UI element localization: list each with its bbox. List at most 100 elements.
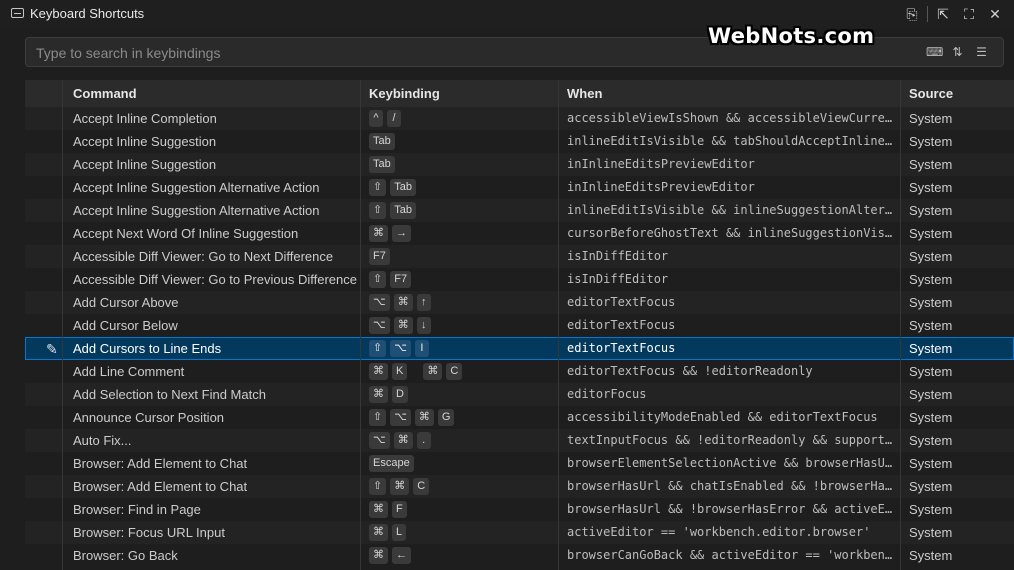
table-row[interactable]: Add Selection to Next Find Match ⌘ Deditor… bbox=[25, 383, 1014, 406]
key-cap: ⌥ bbox=[390, 409, 411, 426]
pop-out-icon[interactable]: ⇱ bbox=[932, 4, 954, 24]
source-cell: System bbox=[909, 502, 953, 517]
key-cap: ⇧ bbox=[369, 202, 387, 219]
command-cell: Add Cursor Above bbox=[73, 295, 179, 310]
keybinding-cell: ⇧ ⌥ ⌘ G bbox=[369, 408, 455, 427]
table-row[interactable]: Browser: Find in Page ⌘ FbrowserHasUrl && … bbox=[25, 498, 1014, 521]
key-cap: G bbox=[437, 409, 455, 426]
table-row[interactable]: Announce Cursor Position ⇧ ⌥ ⌘ Gaccessibilit… bbox=[25, 406, 1014, 429]
source-cell: System bbox=[909, 548, 953, 563]
table-row[interactable]: Add Cursor Above ⌥ ⌘ ↑ editorTextFocus System bbox=[25, 291, 1014, 314]
source-cell: System bbox=[909, 249, 953, 264]
watermark: WebNots.com bbox=[708, 24, 875, 48]
table-row[interactable]: Accept Inline Suggestion Alternative Act… bbox=[25, 199, 1014, 222]
table-row[interactable]: Accessible Diff Viewer: Go to Next Diffe… bbox=[25, 245, 1014, 268]
keyboard-icon bbox=[11, 8, 24, 18]
key-cap: ⌘ bbox=[369, 225, 388, 242]
open-json-icon[interactable]: ⎘ bbox=[901, 4, 923, 24]
when-cell: editorTextFocus bbox=[567, 318, 676, 332]
column-divider bbox=[558, 80, 559, 570]
key-cap: ↓ bbox=[416, 317, 431, 334]
source-cell: System bbox=[909, 226, 953, 241]
table-row[interactable]: Add Line Comment ⌘ K ⌘ CeditorTextFocus && !… bbox=[25, 360, 1014, 383]
sort-by-precedence-icon[interactable]: ⇅ bbox=[950, 45, 965, 59]
keybinding-cell: ⇧ F7 bbox=[369, 270, 412, 289]
when-cell: inInlineEditsPreviewEditor bbox=[567, 157, 755, 171]
column-header-when[interactable]: When bbox=[567, 86, 602, 101]
key-cap: ⇧ bbox=[369, 179, 387, 196]
key-cap: ^ bbox=[369, 110, 383, 127]
column-header-command[interactable]: Command bbox=[73, 86, 137, 101]
key-cap: → bbox=[392, 225, 411, 242]
table-row[interactable]: Accept Inline Completion ^ / accessibleView… bbox=[25, 107, 1014, 130]
when-cell: textInputFocus && !editorReadonly && sup… bbox=[567, 433, 897, 447]
table-row[interactable]: Browser: Add Element to Chat Escape browse… bbox=[25, 452, 1014, 475]
keybinding-cell: ^ / bbox=[369, 109, 401, 128]
command-cell: Browser: Find in Page bbox=[73, 502, 201, 517]
clear-filter-icon[interactable]: ☰ bbox=[974, 45, 989, 59]
table-row[interactable]: Browser: Focus URL Input ⌘ LactiveEditor =… bbox=[25, 521, 1014, 544]
keybinding-cell: F7 bbox=[369, 247, 390, 266]
command-cell: Accept Inline Suggestion bbox=[73, 157, 217, 172]
keybinding-cell: ⇧ Tab bbox=[369, 178, 416, 197]
source-cell: System bbox=[909, 295, 953, 310]
table-body: Accept Inline Completion ^ / accessibleView… bbox=[25, 107, 1014, 567]
command-cell: Add Line Comment bbox=[73, 364, 185, 379]
when-cell: editorTextFocus && !editorReadonly bbox=[567, 364, 813, 378]
key-cap: ⌥ bbox=[369, 317, 390, 334]
table-row[interactable]: Auto Fix... ⌥ ⌘. textInputFocus && !editorR… bbox=[25, 429, 1014, 452]
key-cap: ⌘ bbox=[369, 501, 388, 518]
key-cap: Tab bbox=[390, 202, 416, 219]
search-input[interactable] bbox=[34, 43, 738, 63]
key-cap: K bbox=[392, 363, 408, 380]
keybindings-table: Command Keybinding When Source Accept In… bbox=[25, 80, 1014, 567]
column-header-keybinding[interactable]: Keybinding bbox=[369, 86, 440, 101]
table-row[interactable]: ✎ Add Cursors to Line Ends ⇧ ⌥ IeditorTextFo… bbox=[25, 337, 1014, 360]
source-cell: System bbox=[909, 272, 953, 287]
key-cap: ⌘ bbox=[414, 409, 434, 426]
table-row[interactable]: Browser: Add Element to Chat ⇧ ⌘ CbrowserHa… bbox=[25, 475, 1014, 498]
when-cell: isInDiffEditor bbox=[567, 272, 669, 286]
command-cell: Auto Fix... bbox=[73, 433, 132, 448]
when-cell: browserHasUrl && !browserHasError && act… bbox=[567, 502, 897, 516]
key-cap: F bbox=[392, 501, 407, 518]
close-icon[interactable]: ✕ bbox=[984, 4, 1006, 24]
source-cell: System bbox=[909, 157, 953, 172]
keybinding-cell: ⌘ L bbox=[369, 523, 407, 542]
keybinding-cell: Tab bbox=[369, 155, 395, 174]
when-cell: accessibilityModeEnabled && editorTextFo… bbox=[567, 410, 878, 424]
column-divider bbox=[62, 80, 63, 570]
column-header-source[interactable]: Source bbox=[909, 86, 953, 101]
keybinding-cell: ⇧ ⌥ I bbox=[369, 339, 429, 358]
column-divider bbox=[360, 80, 361, 570]
when-cell: editorFocus bbox=[567, 387, 647, 401]
key-cap: F7 bbox=[369, 248, 390, 265]
key-cap: ⌘ bbox=[393, 432, 413, 449]
table-row[interactable]: Accept Inline Suggestion Tab inlineEditIsV… bbox=[25, 130, 1014, 153]
table-row[interactable]: Accept Inline Suggestion Alternative Act… bbox=[25, 176, 1014, 199]
key-cap: C bbox=[413, 478, 430, 495]
table-row[interactable]: Accept Inline Suggestion Tab inInlineEdits… bbox=[25, 153, 1014, 176]
source-cell: System bbox=[909, 433, 953, 448]
maximize-icon[interactable]: ⛶ bbox=[958, 4, 980, 24]
key-cap: ⇧ bbox=[369, 271, 387, 288]
keybinding-cell: ⌘ F bbox=[369, 500, 407, 519]
key-cap: ⇧ bbox=[369, 409, 387, 426]
record-keys-icon[interactable]: ⌨ bbox=[926, 45, 943, 59]
table-row[interactable]: Add Cursor Below ⌥ ⌘ ↓ editorTextFocus System bbox=[25, 314, 1014, 337]
table-row[interactable]: Accessible Diff Viewer: Go to Previous D… bbox=[25, 268, 1014, 291]
keybinding-cell: ⌥ ⌘. bbox=[369, 431, 431, 450]
command-cell: Add Cursors to Line Ends bbox=[73, 341, 222, 356]
key-cap: / bbox=[387, 110, 401, 127]
command-cell: Accept Inline Suggestion Alternative Act… bbox=[73, 203, 320, 218]
keybinding-cell: ⌥ ⌘ ↑ bbox=[369, 293, 431, 312]
key-cap: ⌘ bbox=[369, 547, 388, 564]
table-row[interactable]: Browser: Go Back ⌘ ← browserCanGoBack && ac… bbox=[25, 544, 1014, 567]
key-cap: L bbox=[392, 524, 407, 541]
table-row[interactable]: Accept Next Word Of Inline Suggestion ⌘ → c… bbox=[25, 222, 1014, 245]
edit-pencil-icon[interactable]: ✎ bbox=[46, 341, 58, 358]
key-cap: . bbox=[416, 432, 431, 449]
command-cell: Announce Cursor Position bbox=[73, 410, 225, 425]
key-cap: ⌥ bbox=[369, 294, 390, 311]
key-cap: C bbox=[446, 363, 463, 380]
